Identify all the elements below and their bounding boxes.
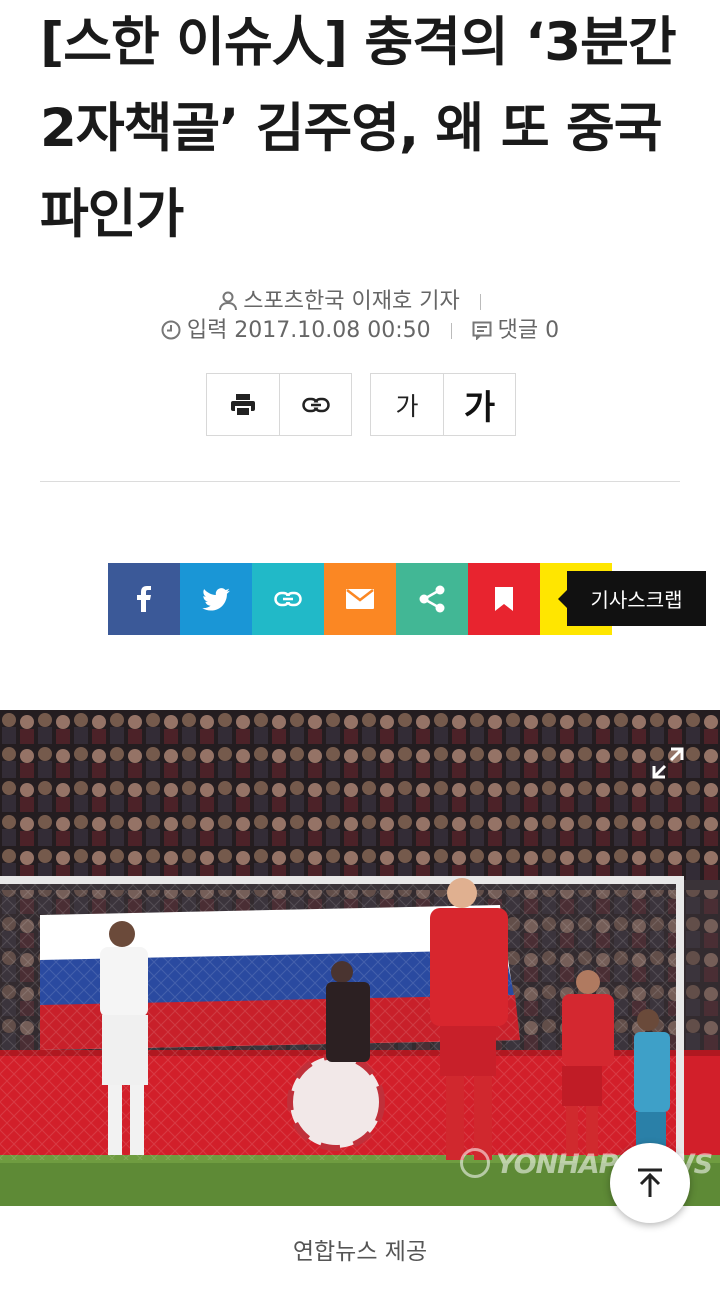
yonhap-logo-icon [460,1148,490,1178]
font-decrease-button[interactable]: 가 [371,374,443,435]
clock-icon [161,320,181,340]
section-divider [40,481,680,482]
headline-line-3: 파인가 [40,184,184,245]
article-headline: [스한 이슈人] 충격의 ‘3분간 2자책골’ 김주영, 왜 또 중국 파인가 [40,0,690,258]
email-share-button[interactable] [324,563,396,635]
more-share-button[interactable] [396,563,468,635]
copy-link-button[interactable] [279,374,351,435]
headline-line-2: 2자책골’ 김주영, 왜 또 중국 [40,98,663,159]
article-tools [206,373,352,436]
date-comment-row: 입력 2017.10.08 00:50 댓글 0 [0,312,720,344]
link-icon [301,397,330,412]
article-photo[interactable] [0,710,720,1206]
meta-separator [479,294,481,310]
meta-separator [450,323,452,339]
soccer-scene-image [0,710,720,1206]
scrap-tooltip: 기사스크랩 [558,571,706,626]
twitter-share-button[interactable] [180,563,252,635]
twitter-icon [202,587,230,611]
headline-line-1: [스한 이슈人] 충격의 ‘3분간 [40,12,677,73]
facebook-share-button[interactable] [108,563,180,635]
link-share-button[interactable] [252,563,324,635]
printer-icon [231,393,255,417]
expand-image-button[interactable] [640,735,696,791]
expand-icon [652,747,684,779]
mail-icon [346,589,374,609]
photo-caption: 연합뉴스 제공 [292,1239,428,1265]
font-increase-button[interactable]: 가 [443,374,515,435]
bookmark-button[interactable] [468,563,540,635]
comment-count-link[interactable]: 댓글 0 [498,318,559,343]
share-bar [108,563,612,635]
arrow-up-icon [638,1168,662,1197]
byline-row: 스포츠한국 이재호 기자 [0,283,720,315]
share-icon [419,585,445,613]
published-date: 입력 2017.10.08 00:50 [186,318,431,343]
scroll-top-button[interactable] [610,1143,690,1223]
comment-icon [472,321,492,341]
bookmark-icon [495,587,513,611]
print-button[interactable] [207,374,279,435]
byline-text: 스포츠한국 이재호 기자 [243,289,460,314]
facebook-icon [137,586,151,612]
link-icon [274,591,302,607]
person-icon [219,291,238,311]
font-size-tools: 가 가 [370,373,516,436]
